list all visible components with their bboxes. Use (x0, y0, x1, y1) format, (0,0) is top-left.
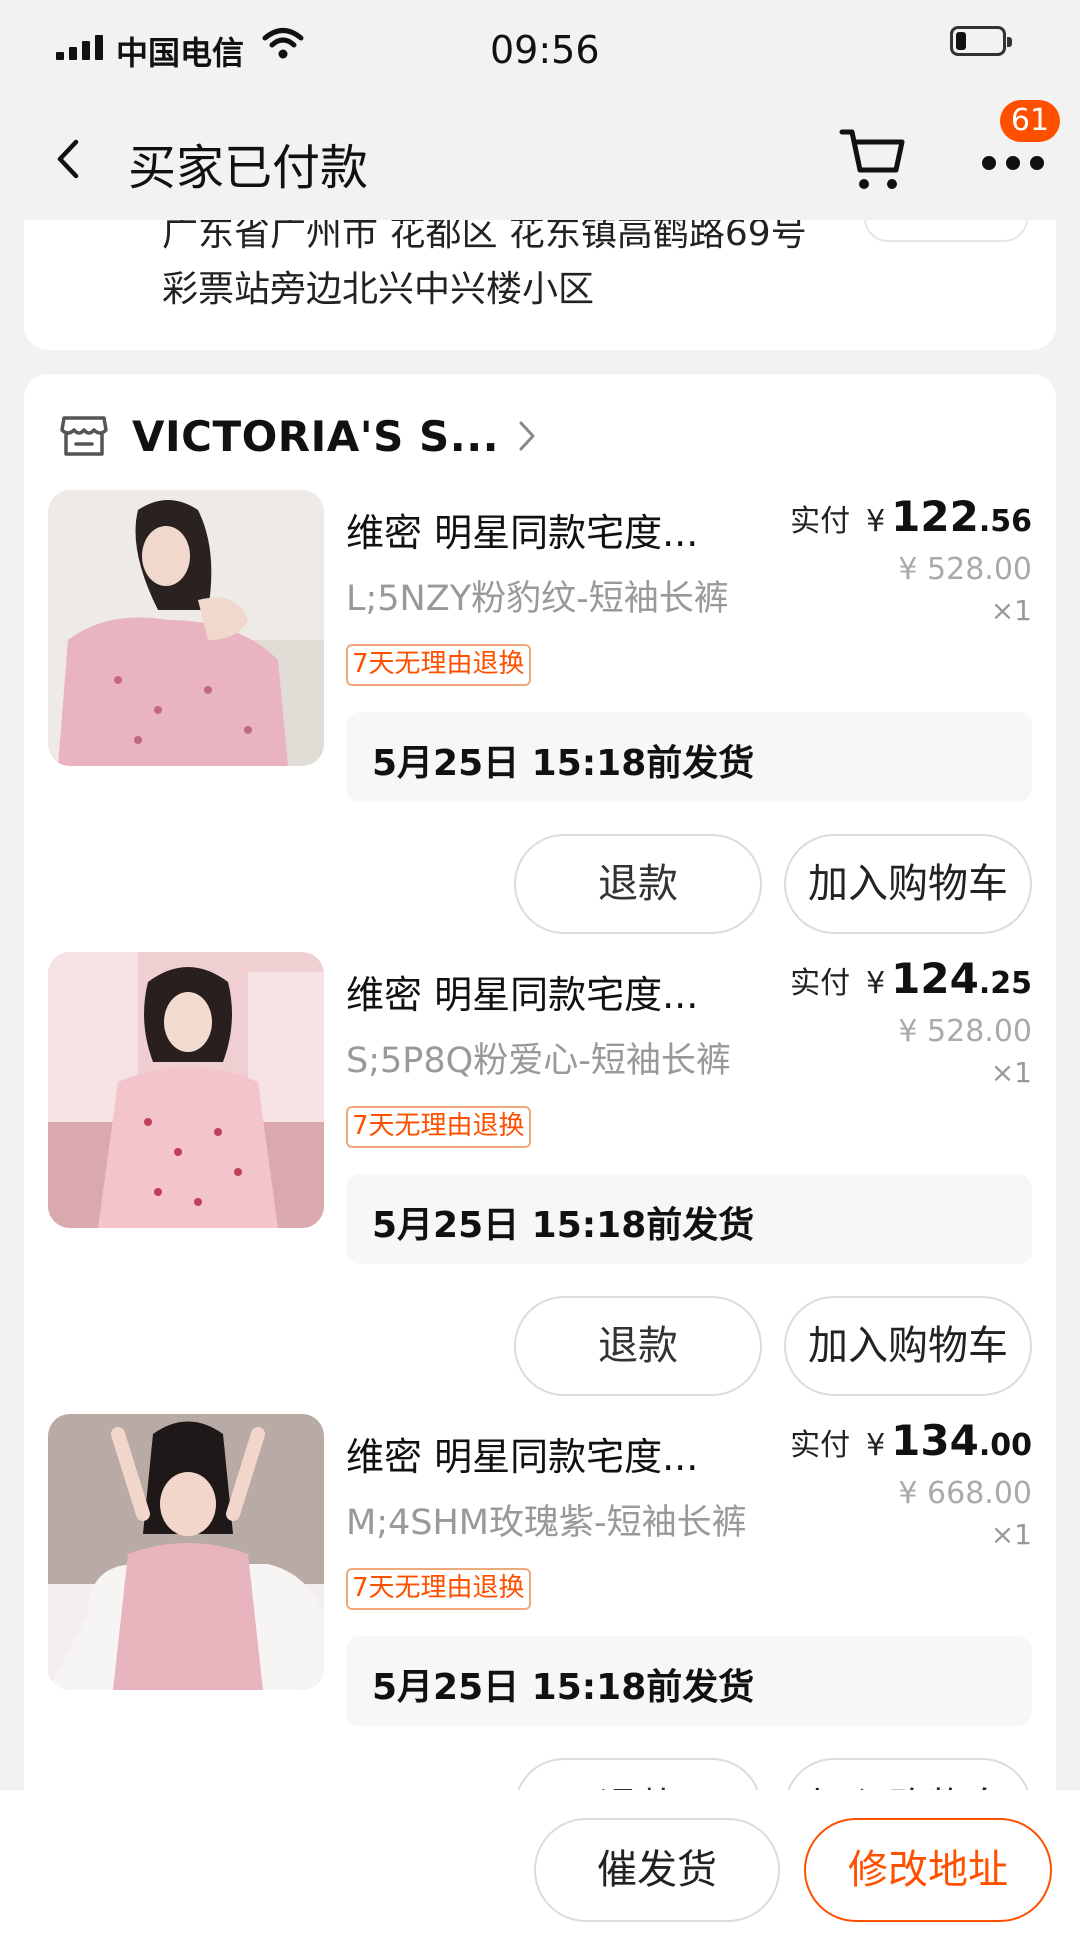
order-item: 维密 明星同款宅度... L;5NZY粉豹纹-短袖长裤 7天无理由退换 实付 ¥… (24, 490, 1056, 952)
price-decimal: .56 (978, 504, 1032, 539)
wifi-icon (262, 28, 304, 59)
carrier-name: 中国电信 (116, 34, 245, 72)
add-to-cart-button[interactable]: 加入购物车 (784, 1296, 1032, 1396)
status-time: 09:56 (490, 28, 600, 72)
product-sku: S;5P8Q粉爱心-短袖长裤 (346, 1041, 731, 1081)
ship-deadline: 5月25日 15:18前发货 (346, 712, 1032, 802)
quantity: ×1 (990, 1518, 1032, 1551)
return-policy-tag: 7天无理由退换 (346, 1568, 531, 1610)
ship-deadline-text: 5月25日 15:18前发货 (372, 743, 755, 784)
back-arrow-icon[interactable] (46, 134, 92, 184)
add-to-cart-button[interactable]: 加入购物车 (784, 834, 1032, 934)
refund-button[interactable]: 退款 (514, 834, 762, 934)
more-icon[interactable] (978, 136, 1048, 186)
price-decimal: .00 (978, 1428, 1032, 1463)
quantity: ×1 (990, 1056, 1032, 1089)
address-action-button[interactable] (864, 220, 1028, 242)
change-address-button[interactable]: 修改地址 (804, 1818, 1052, 1922)
status-bar: 中国电信 09:56 (0, 0, 1080, 100)
product-title[interactable]: 维密 明星同款宅度... (346, 502, 698, 557)
page-title: 买家已付款 (128, 140, 369, 196)
product-image[interactable] (48, 490, 324, 766)
address-line-2: 彩票站旁边北兴中兴楼小区 (162, 269, 595, 310)
nav-bar: 买家已付款 (0, 100, 1080, 220)
product-title[interactable]: 维密 明星同款宅度... (346, 1426, 698, 1481)
original-price: ¥ 528.00 (898, 552, 1032, 587)
store-icon (60, 416, 108, 456)
ship-deadline-text: 5月25日 15:18前发货 (372, 1667, 755, 1708)
shop-header[interactable]: VICTORIA'S S... (60, 406, 537, 466)
order-card: VICTORIA'S S... 维密 明星同款宅度... L;5NZY粉豹纹-短… (24, 374, 1056, 1794)
urge-shipment-button[interactable]: 催发货 (534, 1818, 780, 1922)
product-title[interactable]: 维密 明星同款宅度... (346, 964, 698, 1019)
address-line-1: 广东省广州市 花都区 花东镇高鹤路69号 (162, 220, 807, 254)
refund-button[interactable]: 退款 (514, 1296, 762, 1396)
paid-price: 实付 ¥ 124 .25 (790, 954, 1032, 1010)
refund-button[interactable]: 退款 (514, 1758, 762, 1794)
paid-label: 实付 (790, 1428, 851, 1463)
signal-icon (56, 34, 103, 60)
ship-deadline: 5月25日 15:18前发货 (346, 1174, 1032, 1264)
paid-label: 实付 (790, 504, 851, 539)
chevron-right-icon (519, 421, 535, 451)
ship-deadline: 5月25日 15:18前发货 (346, 1636, 1032, 1726)
add-to-cart-button[interactable]: 加入购物车 (784, 1758, 1032, 1794)
currency-symbol: ¥ (866, 504, 886, 539)
product-image[interactable] (48, 952, 324, 1228)
price-integer: 124 (891, 954, 979, 1003)
bottom-action-bar: 催发货 修改地址 (0, 1790, 1080, 1944)
quantity: ×1 (990, 594, 1032, 627)
cart-icon[interactable] (838, 124, 908, 194)
address-card[interactable]: 广东省广州市 花都区 花东镇高鹤路69号 彩票站旁边北兴中兴楼小区 (24, 220, 1056, 350)
return-policy-tag: 7天无理由退换 (346, 1106, 531, 1148)
order-item: 维密 明星同款宅度... S;5P8Q粉爱心-短袖长裤 7天无理由退换 实付 ¥… (24, 952, 1056, 1414)
battery-icon (950, 26, 1012, 56)
notification-badge: 61 (1000, 100, 1060, 142)
currency-symbol: ¥ (866, 966, 886, 1001)
price-integer: 134 (891, 1416, 979, 1465)
paid-price: 实付 ¥ 134 .00 (790, 1416, 1032, 1472)
product-sku: M;4SHM玫瑰紫-短袖长裤 (346, 1503, 747, 1543)
original-price: ¥ 528.00 (898, 1014, 1032, 1049)
currency-symbol: ¥ (866, 1428, 886, 1463)
price-decimal: .25 (978, 966, 1032, 1001)
price-integer: 122 (891, 492, 979, 541)
paid-price: 实付 ¥ 122 .56 (790, 492, 1032, 548)
return-policy-tag: 7天无理由退换 (346, 644, 531, 686)
product-sku: L;5NZY粉豹纹-短袖长裤 (346, 579, 729, 619)
shop-name: VICTORIA'S S... (132, 411, 500, 461)
order-item: 维密 明星同款宅度... M;4SHM玫瑰紫-短袖长裤 7天无理由退换 实付 ¥… (24, 1414, 1056, 1794)
original-price: ¥ 668.00 (898, 1476, 1032, 1511)
ship-deadline-text: 5月25日 15:18前发货 (372, 1205, 755, 1246)
paid-label: 实付 (790, 966, 851, 1001)
product-image[interactable] (48, 1414, 324, 1690)
